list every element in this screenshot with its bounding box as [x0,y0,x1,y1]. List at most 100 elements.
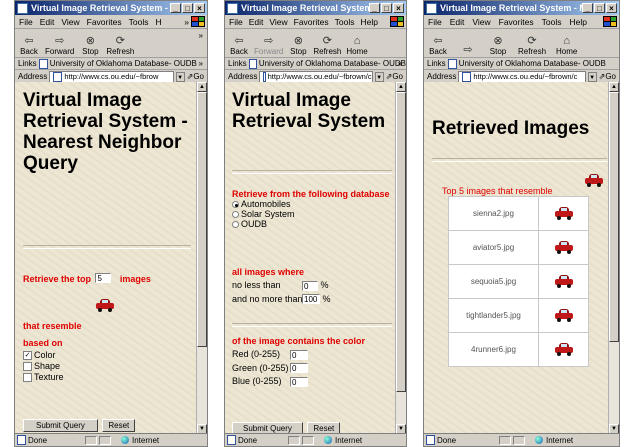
go-button[interactable]: ⇗Go [386,72,403,81]
refresh-button[interactable]: ⟳ Refresh [106,35,134,57]
top-n-input[interactable]: 5 [95,272,112,283]
scroll-up-icon[interactable]: ▲ [396,82,406,92]
minimize-button[interactable]: _ [170,3,181,13]
address-input[interactable]: http://www.cs.ou.edu/~fbrown/c [458,70,586,83]
result-thumbnail[interactable] [538,230,589,265]
title-bar[interactable]: Virtual Image Retrieval System - Mic... … [15,1,207,15]
link-oudb[interactable]: University of Oklahoma Database- OUDB [459,59,606,68]
title-bar[interactable]: Virtual Image Retrieval System - Micro..… [225,1,406,15]
scroll-up-icon[interactable]: ▲ [609,82,619,92]
toolbar-overflow-chevron-icon[interactable]: » [199,31,203,40]
db-automobiles[interactable]: Automobiles [232,199,392,209]
scroll-thumb[interactable] [197,92,207,347]
menu-view[interactable]: View [269,17,287,27]
oudb-radio[interactable] [232,221,239,229]
blue-input[interactable]: 0 [290,376,308,387]
links-overflow-chevron-icon[interactable]: » [199,59,203,68]
result-filename[interactable]: aviator5.jpg [448,230,539,265]
color-checkbox[interactable]: ✓ [23,351,32,361]
menu-view[interactable]: View [61,17,79,27]
reset-button[interactable]: Reset [102,419,136,432]
menu-edit[interactable]: Edit [40,17,55,27]
link-oudb[interactable]: University of Oklahoma Database- OUDB [50,59,197,68]
menu-tools[interactable]: Tools [335,17,355,27]
scroll-thumb[interactable] [396,92,406,392]
menu-tools[interactable]: Tools [129,17,149,27]
menu-file[interactable]: File [19,17,33,27]
result-filename[interactable]: sienna2.jpg [448,196,539,231]
option-shape[interactable]: Shape [23,361,64,372]
refresh-button[interactable]: ⟳ Refresh [518,35,546,57]
menu-edit[interactable]: Edit [249,17,264,27]
forward-button[interactable]: ⇨ [458,44,478,57]
scroll-thumb[interactable] [609,92,619,342]
link-oudb[interactable]: University of Oklahoma Database- OUDB [259,59,406,68]
back-button[interactable]: ⇦ Back [19,35,39,57]
db-oudb[interactable]: OUDB [232,219,392,229]
result-filename[interactable]: sequoia5.jpg [448,264,539,299]
maximize-button[interactable]: □ [381,3,392,13]
address-dropdown-icon[interactable]: ▼ [175,71,185,82]
result-thumbnail[interactable] [538,264,589,299]
max-percent-input[interactable]: 100 [302,294,320,305]
menu-view[interactable]: View [472,17,490,27]
result-thumbnail[interactable] [538,196,589,231]
address-input[interactable]: http://www.cs.ou.edu/~fbrow [49,70,174,83]
vertical-scrollbar[interactable]: ▲ ▼ [196,82,207,434]
close-button[interactable]: × [194,3,205,13]
forward-button[interactable]: ⇨ Forward [45,35,74,57]
menu-favorites[interactable]: Favorites [294,17,329,27]
back-button[interactable]: ⇦ Back [229,35,249,57]
go-button[interactable]: ⇗Go [599,72,616,81]
result-filename[interactable]: 4runner6.jpg [448,332,539,367]
home-button[interactable]: ⌂ Home [346,35,367,57]
minimize-button[interactable]: _ [582,3,593,13]
links-overflow-chevron-icon[interactable]: » [398,59,402,68]
refresh-button[interactable]: ⟳ Refresh [313,35,341,57]
min-percent-input[interactable]: 0 [302,280,318,291]
query-car-image[interactable] [95,298,115,312]
maximize-button[interactable]: □ [182,3,193,13]
menu-help[interactable]: Help [569,17,586,27]
minimize-button[interactable]: _ [369,3,380,13]
menu-help[interactable]: Help [360,17,377,27]
menu-help[interactable]: H [155,17,161,27]
menu-file[interactable]: File [229,17,243,27]
shape-checkbox[interactable] [23,362,32,372]
address-input[interactable]: http://www.cs.ou.edu/~fbrown/c [259,70,373,83]
menu-file[interactable]: File [428,17,442,27]
result-filename[interactable]: tightlander5.jpg [448,298,539,333]
stop-button[interactable]: ⊗ Stop [80,35,100,57]
address-dropdown-icon[interactable]: ▼ [587,71,597,82]
go-button[interactable]: ⇗Go [187,72,204,81]
option-color[interactable]: ✓ Color [23,350,64,361]
back-button[interactable]: ⇦ Back [428,35,448,57]
title-bar[interactable]: Virtual Image Retrieval System - Micro..… [424,1,619,15]
forward-button[interactable]: ⇨ Forward [254,35,283,57]
close-button[interactable]: × [393,3,404,13]
automobiles-radio[interactable] [232,201,239,209]
menu-favorites[interactable]: Favorites [87,17,122,27]
stop-button[interactable]: ⊗ Stop [488,35,508,57]
green-input[interactable]: 0 [290,363,308,374]
maximize-button[interactable]: □ [594,3,605,13]
stop-button[interactable]: ⊗ Stop [288,35,308,57]
result-thumbnail[interactable] [538,332,589,367]
texture-checkbox[interactable] [23,373,32,383]
address-dropdown-icon[interactable]: ▼ [374,71,384,82]
option-texture[interactable]: Texture [23,372,64,383]
scroll-up-icon[interactable]: ▲ [197,82,207,92]
result-thumbnail[interactable] [538,298,589,333]
red-input[interactable]: 0 [290,349,308,360]
menu-overflow-chevron-icon[interactable]: » [184,17,189,27]
menu-favorites[interactable]: Favorites [499,17,534,27]
vertical-scrollbar[interactable]: ▲ ▼ [608,82,619,434]
menu-edit[interactable]: Edit [450,17,465,27]
menu-tools[interactable]: Tools [542,17,562,27]
vertical-scrollbar[interactable]: ▲ ▼ [395,82,406,434]
home-button[interactable]: ⌂ Home [556,35,577,57]
solar-system-radio[interactable] [232,211,239,219]
db-solar-system[interactable]: Solar System [232,209,392,219]
submit-query-button[interactable]: Submit Query [23,419,98,432]
close-button[interactable]: × [606,3,617,13]
